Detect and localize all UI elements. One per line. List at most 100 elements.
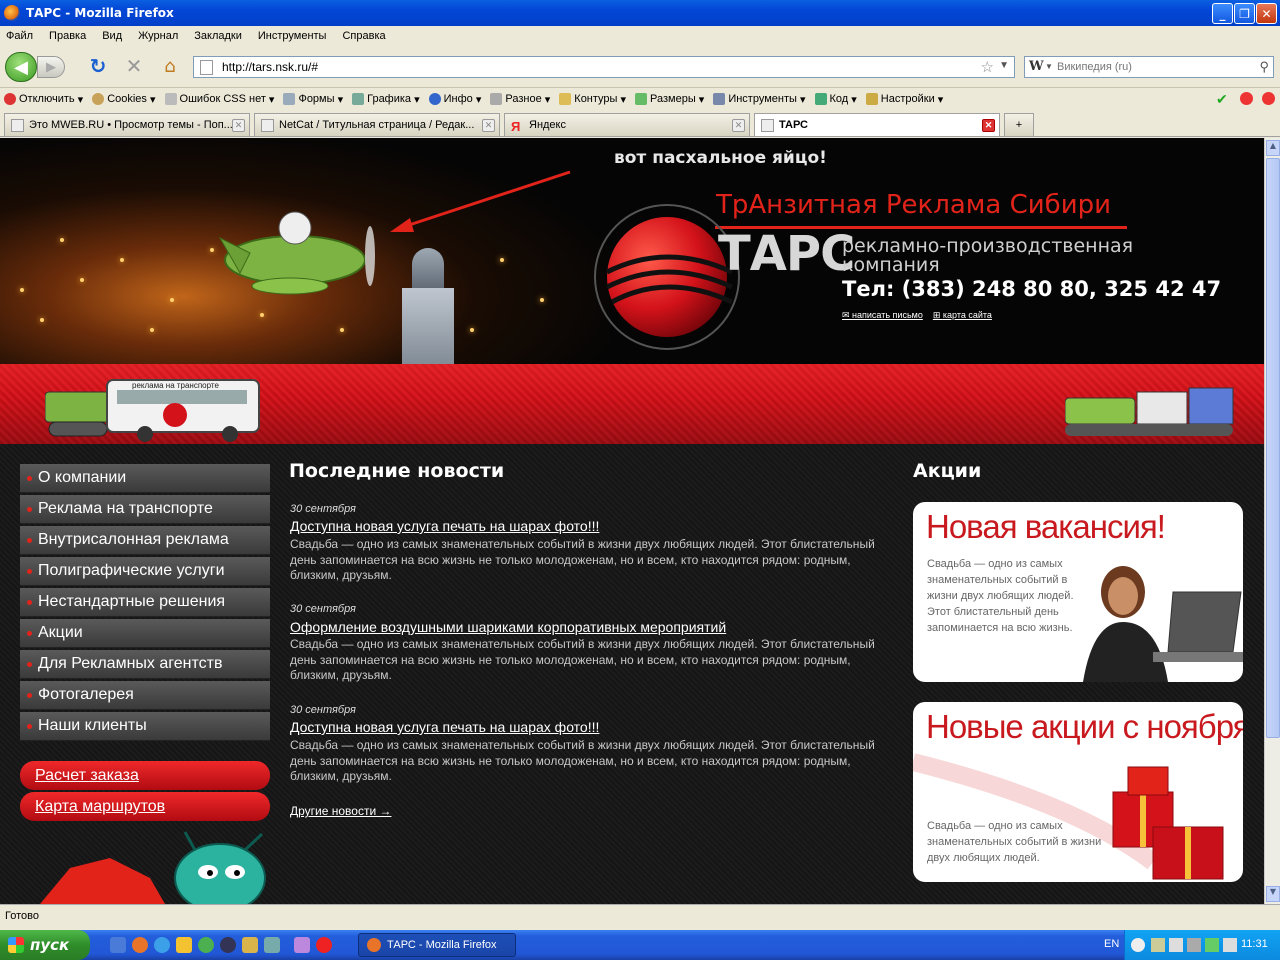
tray-arrow-icon[interactable] <box>1131 938 1145 952</box>
menu-agencies[interactable]: Для Рекламных агентств <box>20 650 270 679</box>
window-title: ТАРС - Mozilla Firefox <box>26 6 174 20</box>
menu-transport-ads[interactable]: Реклама на транспорте <box>20 495 270 524</box>
wikipedia-icon[interactable]: W <box>1029 59 1044 74</box>
dev-misc[interactable]: Разное ▾ <box>490 93 550 106</box>
dev-disable[interactable]: Отключить ▾ <box>4 93 83 106</box>
dev-source[interactable]: Код ▾ <box>814 93 857 106</box>
menu-edit[interactable]: Правка <box>49 30 86 42</box>
reload-icon[interactable]: ↻ <box>86 54 110 78</box>
news-headline-link[interactable]: Доступна новая услуга печать на шарах фо… <box>290 719 599 735</box>
stop-icon[interactable]: ✕ <box>122 54 146 78</box>
volume-icon[interactable] <box>1223 938 1237 952</box>
back-button[interactable]: ◀ <box>5 52 37 82</box>
start-button[interactable]: пуск <box>0 930 90 960</box>
tab-tars[interactable]: ТАРС ✕ <box>754 113 1000 136</box>
dev-info[interactable]: Инфо ▾ <box>428 93 481 106</box>
menu-file[interactable]: Файл <box>6 30 33 42</box>
dev-images[interactable]: Графика ▾ <box>352 93 420 106</box>
menu-bookmarks[interactable]: Закладки <box>194 30 242 42</box>
error-icon[interactable] <box>1240 92 1253 105</box>
menu-promos[interactable]: Акции <box>20 619 270 648</box>
search-icon[interactable]: ⚲ <box>1259 59 1269 75</box>
engine-dropdown-icon[interactable]: ▼ <box>1045 62 1053 71</box>
signal-icon[interactable] <box>1205 938 1219 952</box>
minimize-button[interactable]: _ <box>1212 3 1233 24</box>
tab-netcat[interactable]: NetCat / Титульная страница / Редак... ✕ <box>254 113 500 136</box>
source-icon <box>814 93 827 105</box>
firefox-quicklaunch-icon[interactable] <box>132 937 148 953</box>
tab-mweb[interactable]: Это MWEB.RU • Просмотр темы - Поп... ✕ <box>4 113 250 136</box>
ie-icon[interactable] <box>154 937 170 953</box>
clock[interactable]: 11:31 <box>1241 938 1268 950</box>
info-icon <box>428 93 441 105</box>
valid-check-icon[interactable]: ✔ <box>1216 91 1228 108</box>
address-bar[interactable]: http://tars.nsk.ru/# ☆ ▼ <box>193 56 1015 78</box>
tab-close-icon[interactable]: ✕ <box>732 119 745 132</box>
train-illustration <box>1065 387 1234 436</box>
tab-close-icon[interactable]: ✕ <box>982 119 995 132</box>
page-icon <box>200 60 213 75</box>
company-type: рекламно-производственная компания <box>842 235 1134 276</box>
moon-icon[interactable] <box>220 937 236 953</box>
vertical-scrollbar[interactable]: ▲ ▼ <box>1264 138 1280 904</box>
news-headline-link[interactable]: Оформление воздушными шариками корпорати… <box>290 619 726 635</box>
sitemap-link[interactable]: ⊞ карта сайта <box>933 310 992 321</box>
promo-card-vacancy[interactable]: Новая вакансия! Свадьба — одно из самых … <box>913 502 1243 682</box>
page-icon <box>11 118 24 132</box>
search-box[interactable]: W ▼ Википедия (ru) ⚲ <box>1024 56 1274 78</box>
tray-icon[interactable] <box>1169 938 1183 952</box>
menu-help[interactable]: Справка <box>342 30 385 42</box>
dev-cookies[interactable]: Cookies ▾ <box>92 93 156 106</box>
opera-icon[interactable] <box>316 937 332 953</box>
scrollbar-thumb[interactable] <box>1266 158 1280 738</box>
language-indicator[interactable]: EN <box>1104 938 1119 950</box>
close-button[interactable]: ✕ <box>1256 3 1277 24</box>
page-icon <box>261 118 274 132</box>
dev-outline[interactable]: Контуры ▾ <box>559 93 626 106</box>
scroll-up-icon[interactable]: ▲ <box>1266 140 1280 156</box>
maximize-button[interactable]: ❐ <box>1234 3 1255 24</box>
app-icon[interactable] <box>294 937 310 953</box>
route-map-button[interactable]: Карта маршрутов <box>20 792 270 821</box>
menu-tools[interactable]: Инструменты <box>258 30 327 42</box>
taskbar-firefox-window[interactable]: ТАРС - Mozilla Firefox <box>358 933 516 957</box>
dev-tools[interactable]: Инструменты ▾ <box>713 93 806 106</box>
promo-title: Новая вакансия! <box>926 508 1166 545</box>
menu-interior-ads[interactable]: Внутрисалонная реклама <box>20 526 270 555</box>
notes-icon[interactable] <box>242 937 258 953</box>
home-icon[interactable]: ⌂ <box>158 54 182 78</box>
desktop-icon[interactable] <box>110 937 126 953</box>
dev-options[interactable]: Настройки ▾ <box>865 93 943 106</box>
tab-close-icon[interactable]: ✕ <box>482 119 495 132</box>
forward-button[interactable]: ▶ <box>37 56 65 78</box>
tray-icon[interactable] <box>1151 938 1165 952</box>
menu-history[interactable]: Журнал <box>138 30 178 42</box>
dev-css[interactable]: Ошибок CSS нет ▾ <box>164 93 274 106</box>
menu-printing[interactable]: Полиграфические услуги <box>20 557 270 586</box>
chrome-icon[interactable] <box>198 937 214 953</box>
menu-about[interactable]: О компании <box>20 464 270 493</box>
scroll-down-icon[interactable]: ▼ <box>1266 886 1280 902</box>
warning-icon[interactable] <box>1262 92 1275 105</box>
url-dropdown-icon[interactable]: ▼ <box>999 60 1009 71</box>
menu-view[interactable]: Вид <box>102 30 122 42</box>
order-calc-button[interactable]: Расчет заказа <box>20 761 270 790</box>
status-text: Готово <box>5 909 39 922</box>
menu-gallery[interactable]: Фотогалерея <box>20 681 270 710</box>
transport-strip: реклама на транспорте <box>0 364 1264 444</box>
dev-forms[interactable]: Формы ▾ <box>283 93 343 106</box>
monitor-icon[interactable] <box>264 937 280 953</box>
new-tab-button[interactable]: + <box>1004 113 1034 136</box>
tab-yandex[interactable]: Я Яндекс ✕ <box>504 113 750 136</box>
network-icon[interactable] <box>1187 938 1201 952</box>
tab-close-icon[interactable]: ✕ <box>232 119 245 132</box>
folder-icon[interactable] <box>176 937 192 953</box>
news-headline-link[interactable]: Доступна новая услуга печать на шарах фо… <box>290 518 599 534</box>
menu-clients[interactable]: Наши клиенты <box>20 712 270 741</box>
more-news-link[interactable]: Другие новости → <box>290 804 392 818</box>
dev-resize[interactable]: Размеры ▾ <box>635 93 704 106</box>
menu-custom[interactable]: Нестандартные решения <box>20 588 270 617</box>
bookmark-star-icon[interactable]: ☆ <box>981 58 994 76</box>
promo-card-november[interactable]: Новые акции с ноября! Свадьба — одно из … <box>913 702 1243 882</box>
mail-link[interactable]: ✉ написать письмо <box>842 310 923 321</box>
